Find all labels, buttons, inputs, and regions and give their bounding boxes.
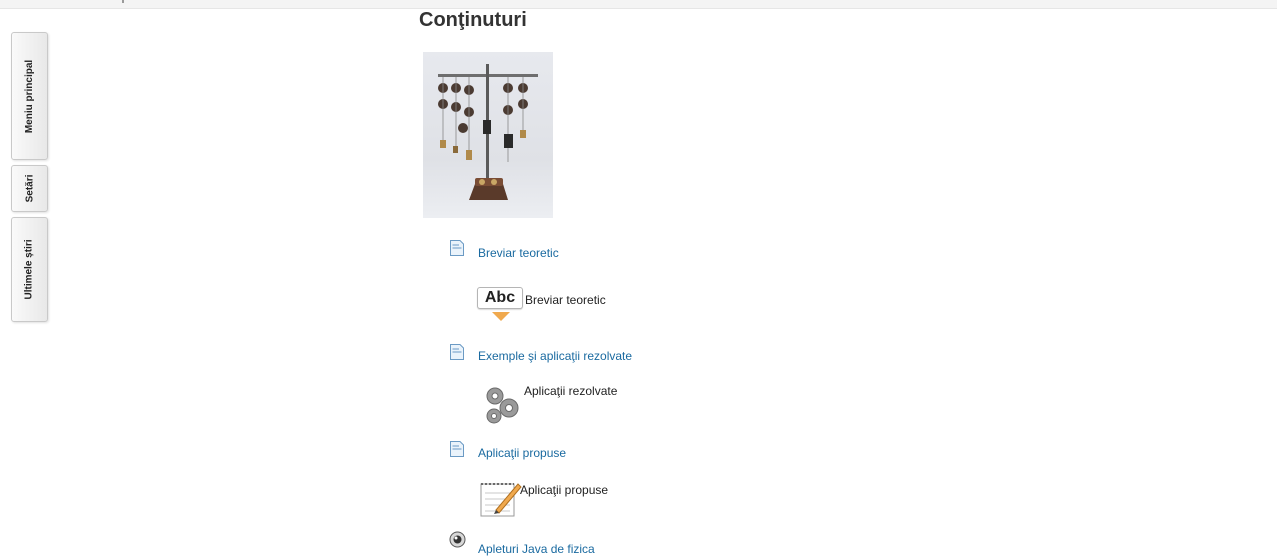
sidebar-tab-label: Ultimele știri: [24, 239, 35, 300]
sidebar-tab-settings[interactable]: Setări: [11, 165, 48, 212]
page-icon: [450, 441, 464, 457]
section-link-breviar-teoretic[interactable]: Breviar teoretic: [478, 246, 559, 260]
pulley-system-photo: [423, 52, 553, 218]
pulley-photo-drawing: [438, 64, 538, 200]
sidebar-tab-latest-news[interactable]: Ultimele știri: [11, 217, 48, 322]
sidebar-tab-label: Setări: [23, 174, 35, 203]
page-icon: [450, 344, 464, 360]
page-title: Conţinuturi: [419, 9, 527, 31]
top-bar-mark: [122, 0, 124, 3]
section-link-aplicatii-propuse[interactable]: Aplicaţii propuse: [478, 446, 566, 460]
abc-label-icon: Abc: [477, 287, 523, 325]
top-bar: [0, 0, 1277, 9]
activity-aplicatii-propuse[interactable]: Aplicaţii propuse: [520, 483, 608, 497]
sidebar-tab-label: Meniu principal: [24, 59, 35, 133]
java-applet-icon: [449, 531, 466, 548]
page-icon: [450, 240, 464, 256]
activity-aplicatii-rezolvate[interactable]: Aplicaţii rezolvate: [524, 384, 617, 398]
sidebar-tab-main-menu[interactable]: Meniu principal: [11, 32, 48, 160]
section-link-exemple-aplicatii-rezolvate[interactable]: Exemple şi aplicaţii rezolvate: [478, 349, 632, 363]
activity-breviar-teoretic[interactable]: Breviar teoretic: [525, 293, 606, 307]
gears-icon: [486, 387, 519, 424]
notepad-pencil-icon: [480, 483, 522, 517]
